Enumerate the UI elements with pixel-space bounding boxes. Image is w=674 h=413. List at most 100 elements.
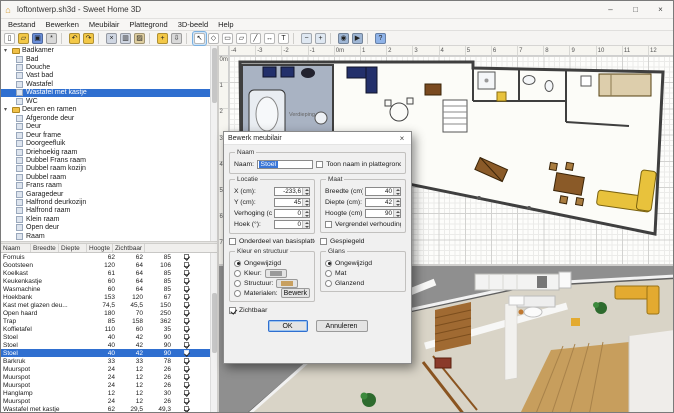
catalog-item[interactable]: Vast bad bbox=[1, 72, 217, 80]
name-input[interactable]: Stoel bbox=[256, 160, 314, 169]
dialog-title-bar[interactable]: Bewerk meubilair × bbox=[224, 132, 411, 145]
undo-icon[interactable]: ↶ bbox=[68, 32, 81, 45]
redo-icon[interactable]: ↷ bbox=[82, 32, 95, 45]
height-spinner[interactable]: 90 bbox=[365, 209, 401, 218]
spinner-arrows-icon[interactable] bbox=[393, 199, 400, 206]
column-header[interactable]: Hoogte bbox=[87, 244, 113, 252]
column-header[interactable]: Naam bbox=[1, 244, 31, 252]
catalog-item[interactable]: Dubbel raam kozijn bbox=[1, 165, 217, 173]
catalog-item[interactable]: Frans raam bbox=[1, 181, 217, 190]
preferences-icon[interactable]: * bbox=[45, 32, 58, 45]
catalog-item[interactable]: Afgeronde deur bbox=[1, 114, 217, 123]
visible-checkbox[interactable] bbox=[183, 358, 189, 364]
depth-spinner[interactable]: 42 bbox=[365, 198, 401, 207]
color-radio[interactable] bbox=[234, 269, 241, 277]
furniture-row[interactable]: Kast met glazen deu... 74,5 45,5 150 bbox=[1, 301, 217, 309]
visible-checkbox[interactable] bbox=[183, 262, 189, 268]
create-walls-icon[interactable]: ▭ bbox=[221, 32, 234, 45]
save-plan-icon[interactable]: ▣ bbox=[31, 32, 44, 45]
furniture-row[interactable]: Hoekbank 153 120 67 bbox=[1, 293, 217, 301]
catalog-scrollbar[interactable] bbox=[210, 46, 217, 241]
separator[interactable] bbox=[149, 32, 153, 44]
color-unchanged-radio[interactable] bbox=[234, 259, 241, 267]
menu-item[interactable]: 3D-beeld bbox=[173, 20, 213, 29]
furniture-row[interactable]: Koelkast 61 64 85 bbox=[1, 269, 217, 277]
furniture-list[interactable]: Naam Breedte Diepte Hoogte Zichtbaar For… bbox=[1, 244, 217, 412]
catalog-item[interactable]: Dubbel Frans raam bbox=[1, 156, 217, 164]
visible-checkbox[interactable] bbox=[183, 270, 189, 276]
add-texts-icon[interactable]: T bbox=[277, 32, 290, 45]
furniture-row[interactable]: Barkruk 33 33 78 bbox=[1, 357, 217, 365]
furniture-row[interactable]: Keukenkastje 60 64 85 bbox=[1, 277, 217, 285]
catalog-item[interactable]: Halfrond raam bbox=[1, 207, 217, 215]
visible-checkbox[interactable] bbox=[183, 334, 189, 340]
visible-checkbox[interactable] bbox=[183, 382, 189, 388]
furniture-row[interactable]: Wasmachine 60 64 85 bbox=[1, 285, 217, 293]
dialog-close-button[interactable]: × bbox=[393, 132, 411, 144]
catalog-group-deuren-en-ramen[interactable]: ▾ Deuren en ramen bbox=[1, 105, 217, 114]
furniture-catalog[interactable]: ▾ Badkamer Bad Douche Vast bad Wastafel … bbox=[1, 46, 217, 241]
catalog-item[interactable]: Deur bbox=[1, 123, 217, 131]
texture-radio[interactable] bbox=[234, 279, 241, 287]
visible-checkbox[interactable] bbox=[183, 390, 189, 396]
minimize-button[interactable]: – bbox=[598, 1, 623, 18]
furniture-row[interactable]: Muurspot 24 12 26 bbox=[1, 381, 217, 389]
materials-edit-button[interactable]: Bewerk bbox=[280, 288, 310, 298]
materials-radio[interactable] bbox=[234, 289, 241, 297]
separator[interactable] bbox=[330, 32, 334, 44]
catalog-item[interactable]: Garagedeur bbox=[1, 190, 217, 198]
menu-item[interactable]: Help bbox=[213, 20, 238, 29]
furniture-row[interactable]: Fornuis 62 62 85 bbox=[1, 253, 217, 261]
furniture-row[interactable]: Gootsteen 120 64 106 bbox=[1, 261, 217, 269]
create-dimensions-icon[interactable]: ↔ bbox=[263, 32, 276, 45]
catalog-item[interactable]: Douche bbox=[1, 63, 217, 72]
furniture-row[interactable]: Hanglamp 12 12 30 bbox=[1, 389, 217, 397]
open-plan-icon[interactable]: ▱ bbox=[17, 32, 30, 45]
visible-checkbox[interactable] bbox=[183, 294, 189, 300]
visible-checkbox[interactable] bbox=[183, 406, 189, 412]
shininess-unchanged-radio[interactable] bbox=[325, 259, 332, 267]
catalog-item[interactable]: WC bbox=[1, 97, 217, 105]
spinner-arrows-icon[interactable] bbox=[393, 210, 400, 217]
menu-item[interactable]: Bestand bbox=[3, 20, 41, 29]
separator[interactable] bbox=[98, 32, 102, 44]
collapse-arrow-icon[interactable]: ▾ bbox=[4, 47, 10, 54]
show-name-checkbox[interactable] bbox=[316, 161, 324, 168]
zoom-out-icon[interactable]: − bbox=[300, 32, 313, 45]
visible-checkbox[interactable] bbox=[183, 278, 189, 284]
column-header[interactable]: Diepte bbox=[59, 244, 87, 252]
catalog-item[interactable]: Deur frame bbox=[1, 131, 217, 139]
texture-button[interactable] bbox=[276, 278, 299, 288]
catalog-group-badkamer[interactable]: ▾ Badkamer bbox=[1, 46, 217, 55]
angle-spinner[interactable]: 0 bbox=[274, 220, 310, 229]
cut-icon[interactable]: × bbox=[105, 32, 118, 45]
paste-icon[interactable]: ▨ bbox=[133, 32, 146, 45]
import-furniture-icon[interactable]: ⇩ bbox=[170, 32, 183, 45]
close-button[interactable]: × bbox=[648, 1, 673, 18]
furniture-row[interactable]: Trap 85 158 362 bbox=[1, 317, 217, 325]
spinner-arrows-icon[interactable] bbox=[393, 188, 400, 195]
catalog-item[interactable]: Dubbel raam bbox=[1, 173, 217, 181]
add-furniture-icon[interactable]: + bbox=[156, 32, 169, 45]
menu-item[interactable]: Bewerken bbox=[41, 20, 84, 29]
create-photo-icon[interactable]: ◉ bbox=[337, 32, 350, 45]
ok-button[interactable]: OK bbox=[267, 320, 308, 332]
catalog-item[interactable]: Wastafel met kastje bbox=[1, 88, 217, 97]
catalog-item[interactable]: Halfrond deurkozijn bbox=[1, 198, 217, 206]
elevation-spinner[interactable]: 0 bbox=[274, 209, 310, 218]
pan-mode-icon[interactable]: ◇ bbox=[207, 32, 220, 45]
scrollbar-thumb[interactable] bbox=[212, 293, 217, 353]
visible-checkbox[interactable] bbox=[183, 342, 189, 348]
copy-icon[interactable]: ▥ bbox=[119, 32, 132, 45]
shiny-radio[interactable] bbox=[325, 279, 332, 287]
width-spinner[interactable]: 40 bbox=[365, 187, 401, 196]
catalog-item[interactable]: Driehoekig raam bbox=[1, 148, 217, 156]
column-header[interactable]: Breedte bbox=[31, 244, 59, 252]
x-spinner[interactable]: -233,6 bbox=[274, 187, 310, 196]
catalog-item[interactable]: Klein raam bbox=[1, 215, 217, 223]
catalog-item[interactable]: Bad bbox=[1, 55, 217, 63]
catalog-item[interactable]: Open deur bbox=[1, 223, 217, 232]
spinner-arrows-icon[interactable] bbox=[302, 210, 309, 217]
catalog-item[interactable]: Wastafel bbox=[1, 80, 217, 88]
furniture-row[interactable]: Muurspot 24 12 26 bbox=[1, 397, 217, 405]
